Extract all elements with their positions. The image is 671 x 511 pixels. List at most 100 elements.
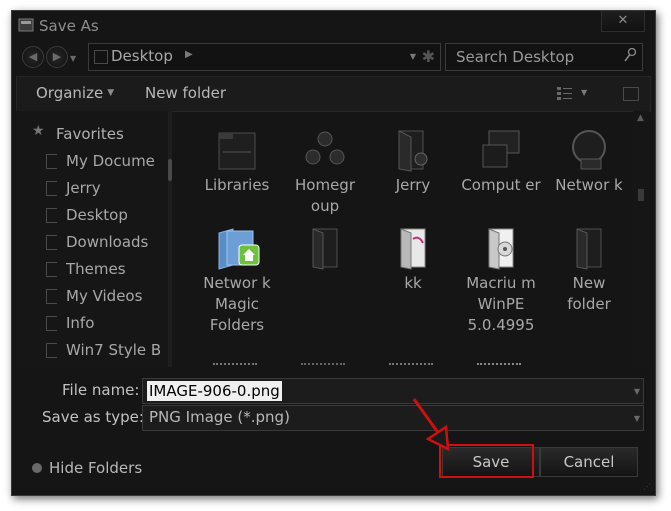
organize-button[interactable]: Organize ▼ — [36, 84, 114, 102]
new-folder-button[interactable]: New folder — [145, 84, 226, 102]
user-folder-icon — [46, 181, 57, 196]
close-button[interactable]: ✕ — [601, 11, 645, 32]
address-bar[interactable]: Desktop ▶ ▼ ✱ — [88, 43, 441, 71]
cd-folder-icon — [488, 228, 514, 270]
favorites-header[interactable]: Favorites — [56, 125, 124, 143]
search-input[interactable] — [446, 44, 626, 70]
window-title: Save As — [39, 17, 99, 35]
folder-icon — [312, 228, 338, 270]
file-item-network[interactable]: Networ k — [549, 127, 629, 196]
downloads-icon — [46, 235, 57, 250]
desktop-icon — [94, 50, 108, 64]
videos-icon — [46, 289, 57, 304]
scroll-up-icon[interactable]: ▲ — [637, 113, 644, 123]
sidebar-item-jerry[interactable]: Jerry — [66, 179, 101, 197]
file-item-partial[interactable] — [389, 363, 433, 367]
views-icon[interactable] — [555, 86, 575, 100]
cancel-button[interactable]: Cancel — [540, 447, 638, 477]
file-name-label: File name: — [62, 381, 140, 399]
save-dialog-icon — [18, 18, 34, 32]
sidebar-item-desktop[interactable]: Desktop — [66, 206, 128, 224]
file-item-label: kk — [404, 274, 422, 292]
file-item-network-magic-folders[interactable]: Networ k Magic Folders — [197, 225, 277, 336]
file-item-computer[interactable]: Comput er — [461, 127, 541, 196]
kk-folder-icon — [400, 228, 426, 270]
command-toolbar: Organize ▼ New folder ▼ — [16, 76, 651, 112]
file-name-field[interactable]: IMAGE-906-0.png ▼ — [142, 378, 644, 404]
folder-icon — [46, 316, 57, 331]
chevron-right-icon[interactable]: ▶ — [185, 49, 193, 60]
desktop-icon — [46, 208, 57, 223]
file-item-jerry[interactable]: Jerry — [373, 127, 453, 196]
blue-folder-icon — [218, 228, 260, 270]
folder-icon — [576, 228, 602, 270]
back-arrow-icon: ◀ — [28, 50, 38, 63]
documents-icon — [46, 154, 57, 169]
file-list-scrollbar[interactable]: ▲ — [633, 111, 649, 367]
navigation-pane: ★ Favorites My Docume Jerry Desktop Down… — [16, 111, 172, 367]
file-item-label: Homegr oup — [295, 176, 355, 215]
hide-folders-label: Hide Folders — [49, 459, 143, 477]
recent-pages-dropdown-icon[interactable]: ▼ — [70, 54, 76, 63]
file-list: Libraries Homegr oup Jerry Comput er Net… — [175, 111, 632, 367]
chevron-down-icon[interactable]: ▼ — [634, 387, 640, 396]
sidebar-item-themes[interactable]: Themes — [66, 260, 126, 278]
preview-pane-icon[interactable] — [623, 87, 639, 101]
save-as-type-value: PNG Image (*.png) — [149, 408, 290, 426]
file-item-label: Jerry — [395, 176, 431, 194]
views-dropdown-icon[interactable]: ▼ — [581, 88, 587, 97]
file-item-label: Comput er — [461, 176, 541, 194]
file-item-partial[interactable] — [477, 363, 521, 367]
red-arrow-icon — [412, 398, 450, 452]
libraries-icon — [218, 132, 256, 170]
computer-icon — [482, 130, 520, 168]
favorites-star-icon: ★ — [32, 123, 45, 139]
file-item-new-folder[interactable]: New folder — [549, 225, 629, 315]
file-item-label: Macriu m WinPE 5.0.4995 — [466, 274, 536, 334]
user-folder-icon — [398, 130, 428, 172]
sidebar-item-win7-style[interactable]: Win7 Style B — [66, 341, 161, 359]
organize-label: Organize — [36, 84, 104, 102]
file-item-partial[interactable] — [213, 363, 257, 367]
file-item-label: Libraries — [204, 176, 270, 194]
file-item-label: Networ k — [555, 176, 623, 194]
chevron-down-icon: ▼ — [107, 88, 115, 98]
back-button[interactable]: ◀ — [22, 46, 44, 68]
address-dropdown-icon[interactable]: ▼ — [410, 52, 416, 61]
hide-folders-icon — [32, 463, 42, 473]
title-bar: Save As ✕ — [12, 11, 655, 41]
file-item-macrium[interactable]: Macriu m WinPE 5.0.4995 — [461, 225, 541, 336]
file-item-kk[interactable]: kk — [373, 225, 453, 294]
forward-arrow-icon: ▶ — [52, 50, 62, 63]
file-item-libraries[interactable]: Libraries — [197, 127, 277, 196]
file-item-partial[interactable] — [301, 363, 345, 367]
sidebar-scroll-thumb[interactable] — [168, 159, 172, 181]
homegroup-icon — [305, 131, 345, 165]
file-item-label: New folder — [567, 274, 611, 313]
file-name-value[interactable]: IMAGE-906-0.png — [147, 381, 282, 401]
file-item-label: Networ k Magic Folders — [203, 274, 271, 334]
folder-icon — [46, 343, 57, 358]
sidebar-item-downloads[interactable]: Downloads — [66, 233, 148, 251]
sidebar-item-info[interactable]: Info — [66, 314, 94, 332]
folder-icon — [46, 262, 57, 277]
save-as-dialog: Save As ✕ ◀ ▶ ▼ Desktop ▶ ▼ ✱ Organiz — [11, 10, 656, 496]
hide-folders-button[interactable]: Hide Folders — [32, 459, 142, 477]
file-item-folder[interactable] — [285, 225, 365, 273]
forward-button[interactable]: ▶ — [46, 46, 68, 68]
file-item-homegroup[interactable]: Homegr oup — [285, 127, 365, 217]
chevron-down-icon[interactable]: ▼ — [634, 414, 640, 423]
network-icon — [572, 130, 606, 170]
sidebar-item-my-videos[interactable]: My Videos — [66, 287, 142, 305]
save-as-type-select[interactable]: PNG Image (*.png) ▼ — [142, 405, 644, 431]
search-icon[interactable] — [623, 47, 637, 63]
resize-grip-icon[interactable]: ⋰ — [643, 482, 651, 491]
search-box[interactable] — [445, 43, 643, 71]
navigation-bar: ◀ ▶ ▼ Desktop ▶ ▼ ✱ — [12, 43, 655, 71]
save-as-type-label: Save as type: — [42, 408, 144, 426]
sidebar-scrollbar[interactable] — [168, 111, 172, 367]
file-list-scroll-thumb[interactable] — [638, 189, 644, 201]
address-text: Desktop — [111, 47, 173, 65]
refresh-icon[interactable]: ✱ — [422, 47, 435, 66]
sidebar-item-my-documents[interactable]: My Docume — [66, 152, 155, 170]
